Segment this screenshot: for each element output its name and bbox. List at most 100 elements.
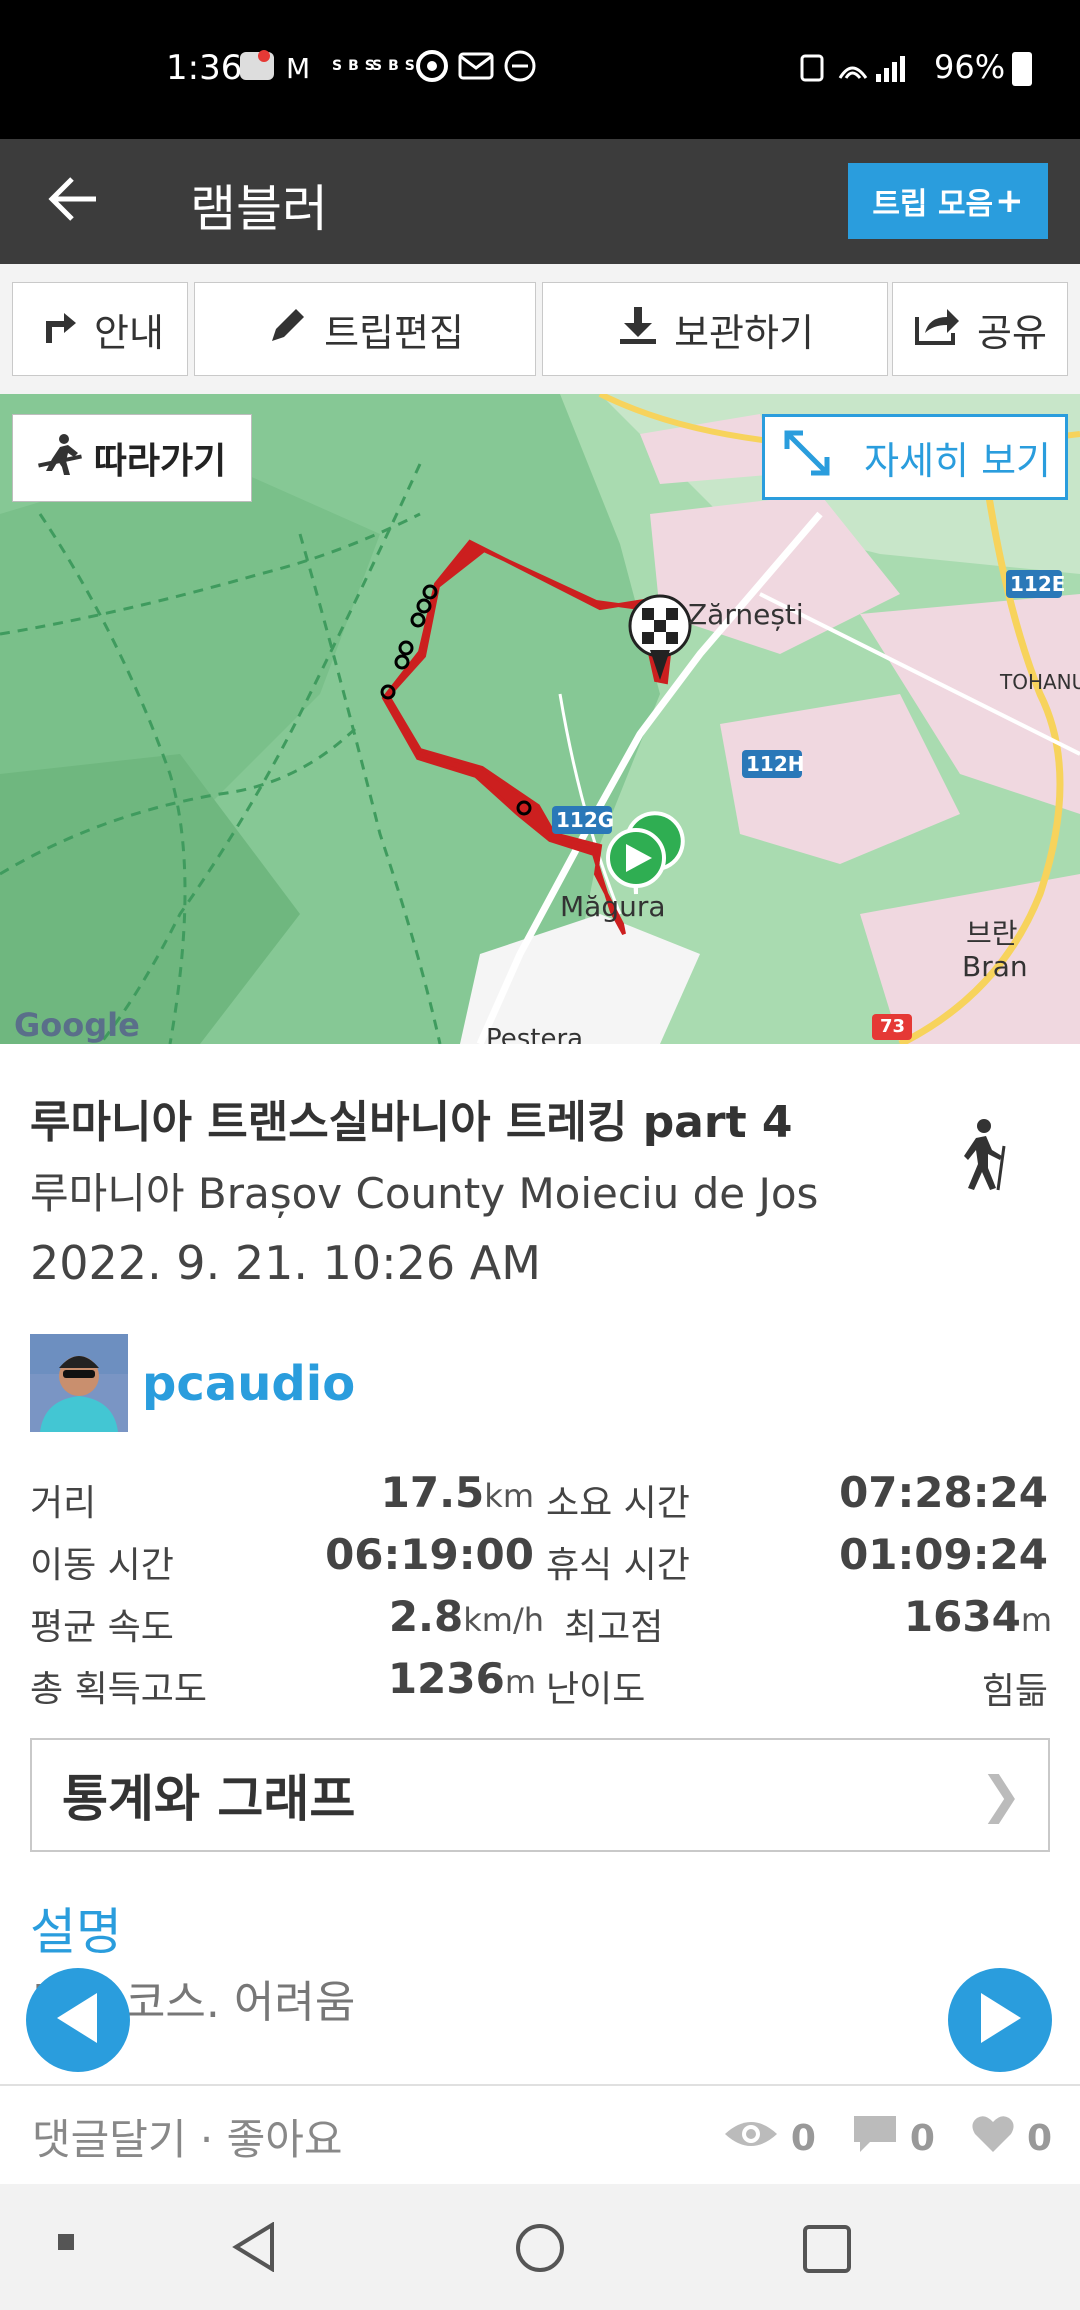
share-button[interactable]: 공유 bbox=[892, 282, 1068, 376]
comment-count: 0 bbox=[909, 2118, 935, 2159]
svg-text:M: M bbox=[286, 52, 316, 84]
avg-speed-unit: km/h bbox=[463, 1601, 544, 1639]
avg-speed-number: 2.8 bbox=[388, 1592, 464, 1641]
play-left-icon bbox=[53, 1991, 103, 2049]
moving-time-label: 이동 시간 bbox=[30, 1545, 174, 1586]
distance-label: 거리 bbox=[30, 1483, 97, 1524]
battery-icon bbox=[1012, 52, 1032, 86]
detail-view-label: 자세히 보기 bbox=[864, 438, 1051, 483]
moving-time-value: 06:19:00 bbox=[300, 1530, 534, 1579]
notification-icons: M SBS SBS bbox=[240, 48, 660, 91]
like-count: 0 bbox=[1026, 2118, 1052, 2159]
trip-date: 2022. 9. 21. 10:26 AM bbox=[30, 1236, 541, 1290]
next-button[interactable] bbox=[948, 1968, 1052, 2072]
rest-time-label: 휴식 시간 bbox=[546, 1545, 690, 1586]
username-link[interactable]: pcaudio bbox=[142, 1356, 355, 1412]
stats-graph-label: 통계와 그래프 bbox=[62, 1770, 356, 1828]
max-elevation-unit: m bbox=[1020, 1601, 1052, 1639]
play-right-icon bbox=[975, 1991, 1025, 2049]
distance-value: 17.5km bbox=[300, 1468, 534, 1517]
social-counts: 0 0 0 bbox=[723, 2114, 1052, 2163]
signal-icons bbox=[800, 50, 920, 90]
trip-title-part: part 4 bbox=[642, 1097, 793, 1148]
download-icon bbox=[616, 303, 660, 356]
chevron-right-icon: ❯ bbox=[980, 1766, 1022, 1824]
pencil-icon bbox=[266, 303, 310, 356]
guide-button[interactable]: 안내 bbox=[12, 282, 188, 376]
comment-like-link[interactable]: 댓글달기 · 좋아요 bbox=[32, 2106, 343, 2167]
nav-recents-icon[interactable] bbox=[802, 2224, 852, 2278]
duration-label: 소요 시간 bbox=[546, 1483, 690, 1524]
road-label-112g: 112G bbox=[556, 808, 615, 832]
detail-view-button[interactable]: 자세히 보기 bbox=[762, 414, 1068, 500]
social-footer: 댓글달기 · 좋아요 0 0 0 bbox=[0, 2084, 1080, 2186]
hiking-icon bbox=[958, 1116, 1014, 1196]
map-label-tohanu: TOHANU bbox=[1000, 670, 1080, 694]
distance-unit: km bbox=[484, 1477, 534, 1515]
trip-collection-label: 트립 모음 bbox=[872, 187, 994, 222]
nav-back-icon[interactable] bbox=[232, 2221, 276, 2276]
comment-icon bbox=[852, 2114, 898, 2163]
max-elevation-value: 1634m bbox=[780, 1592, 1052, 1641]
road-label-73: 73 bbox=[880, 1016, 906, 1037]
elevation-gain-number: 1236 bbox=[387, 1654, 505, 1703]
stats-graph-button[interactable]: 통계와 그래프 ❯ bbox=[30, 1738, 1050, 1852]
heart-icon bbox=[971, 2114, 1015, 2163]
rest-time-number: 01:09:24 bbox=[839, 1530, 1048, 1579]
trip-title: 루마니아 트랜스실바니아 트레킹 part 4 bbox=[30, 1086, 793, 1150]
battery-level: 96% bbox=[934, 48, 1006, 86]
app-bar: 램블러 트립 모음 + bbox=[0, 139, 1080, 264]
guide-label: 안내 bbox=[94, 310, 164, 355]
save-trip-button[interactable]: 보관하기 bbox=[542, 282, 888, 376]
status-time: 1:36 bbox=[166, 48, 243, 88]
menu-dot-icon[interactable] bbox=[58, 2234, 74, 2254]
road-label-112e: 112E bbox=[1010, 572, 1066, 596]
turn-arrow-icon bbox=[36, 303, 80, 356]
moving-time-number: 06:19:00 bbox=[325, 1530, 534, 1579]
plus-icon: + bbox=[995, 181, 1024, 221]
eye-icon bbox=[723, 2116, 779, 2161]
edit-trip-label: 트립편집 bbox=[324, 310, 464, 355]
follow-label: 따라가기 bbox=[93, 441, 227, 482]
difficulty-label: 난이도 bbox=[546, 1669, 646, 1710]
map-label-pestera: Peștera bbox=[486, 1024, 584, 1044]
description-heading: 설명 bbox=[30, 1903, 122, 1961]
hiker-follow-icon bbox=[37, 431, 84, 486]
map-label-zarnesti: Zărnești bbox=[688, 598, 804, 631]
trip-location: 루마니아 Brașov County Moieciu de Jos bbox=[30, 1169, 819, 1218]
app-title: 램블러 bbox=[190, 180, 328, 238]
rest-time-value: 01:09:24 bbox=[780, 1530, 1048, 1579]
share-icon bbox=[913, 303, 963, 356]
route-map[interactable]: Zărnești Măgura 브란 Bran TOHANU Peștera 1… bbox=[0, 394, 1080, 1044]
nav-home-icon[interactable] bbox=[514, 2222, 566, 2278]
distance-number: 17.5 bbox=[380, 1468, 485, 1517]
google-logo: Google bbox=[14, 1006, 140, 1044]
save-trip-label: 보관하기 bbox=[674, 310, 814, 355]
edit-trip-button[interactable]: 트립편집 bbox=[194, 282, 536, 376]
trip-title-text: 루마니아 트랜스실바니아 트레킹 bbox=[30, 1097, 643, 1148]
system-navigation-bar bbox=[0, 2184, 1080, 2310]
duration-number: 07:28:24 bbox=[839, 1468, 1048, 1517]
difficulty-value: 힘듦 bbox=[981, 1671, 1048, 1712]
elevation-gain-label: 총 획득고도 bbox=[30, 1669, 208, 1710]
duration-value: 07:28:24 bbox=[780, 1468, 1048, 1517]
view-count: 0 bbox=[790, 2118, 816, 2159]
avatar[interactable] bbox=[30, 1334, 128, 1432]
status-bar: 1:36 M SBS SBS 96% bbox=[0, 0, 1080, 139]
road-label-112h: 112H bbox=[746, 752, 805, 776]
max-elevation-label: 최고점 bbox=[564, 1607, 664, 1648]
max-elevation-number: 1634 bbox=[903, 1592, 1021, 1641]
follow-button[interactable]: 따라가기 bbox=[12, 414, 252, 502]
expand-icon bbox=[779, 425, 835, 490]
map-label-magura: Măgura bbox=[560, 890, 666, 923]
elevation-gain-value: 1236m bbox=[300, 1654, 536, 1703]
back-arrow-icon[interactable] bbox=[44, 169, 104, 229]
previous-button[interactable] bbox=[26, 1968, 130, 2072]
action-toolbar: 안내 트립편집 보관하기 공유 bbox=[0, 264, 1080, 394]
trip-collection-button[interactable]: 트립 모음 + bbox=[848, 163, 1048, 239]
map-label-bran-kr: 브란 bbox=[966, 917, 1018, 950]
avg-speed-value: 2.8km/h bbox=[300, 1592, 544, 1641]
svg-text:SBS: SBS bbox=[372, 58, 421, 74]
avg-speed-label: 평균 속도 bbox=[30, 1607, 174, 1648]
map-label-bran: Bran bbox=[962, 950, 1028, 983]
